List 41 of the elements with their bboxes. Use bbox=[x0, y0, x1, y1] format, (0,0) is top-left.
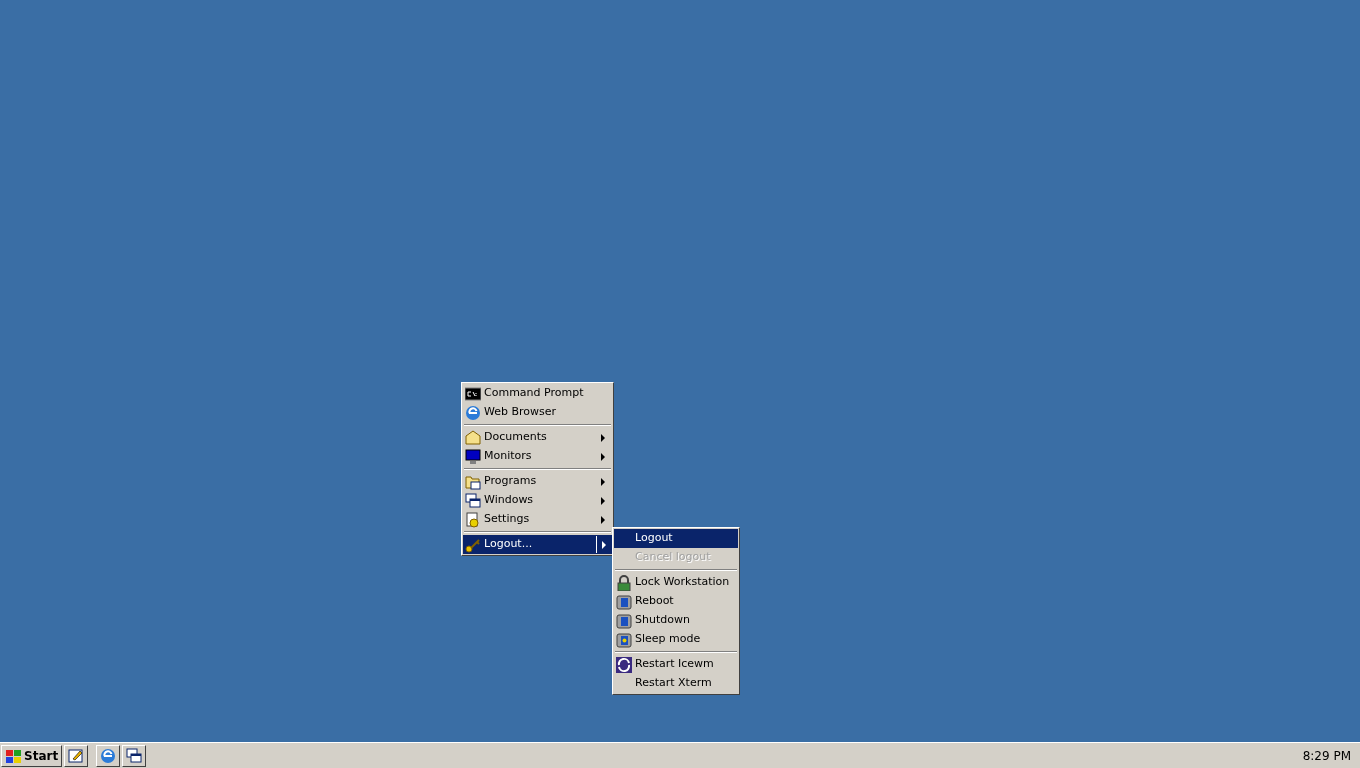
padlock-icon bbox=[616, 574, 632, 591]
pencil-note-icon bbox=[68, 747, 85, 764]
menu-item[interactable]: Windows bbox=[463, 491, 612, 510]
terminal-icon bbox=[465, 385, 481, 402]
clock: 8:29 PM bbox=[1302, 747, 1351, 765]
windows-flag-icon bbox=[5, 747, 23, 764]
submenu-arrow-icon bbox=[601, 477, 605, 486]
menu-item[interactable]: Programs bbox=[463, 472, 612, 491]
computer-icon bbox=[616, 593, 632, 610]
folder-window-icon bbox=[465, 473, 481, 490]
globe-e-icon bbox=[465, 404, 481, 421]
submenu-arrow-icon bbox=[601, 540, 606, 549]
submenu-arrow-icon bbox=[601, 452, 605, 461]
submenu-arrow-icon bbox=[601, 496, 605, 505]
menu-item[interactable]: Documents bbox=[463, 428, 612, 447]
window-list-button[interactable] bbox=[122, 744, 147, 767]
show-desktop-button[interactable] bbox=[64, 744, 89, 767]
computer-icon bbox=[616, 612, 632, 629]
menu-item[interactable]: Command Prompt bbox=[463, 384, 612, 403]
menu-item[interactable]: Logout... bbox=[463, 535, 612, 554]
globe-e-icon bbox=[100, 747, 117, 764]
menu-item[interactable]: Web Browser bbox=[463, 403, 612, 422]
menu-item[interactable]: Reboot bbox=[614, 592, 738, 611]
menu-item[interactable]: Lock Workstation bbox=[614, 573, 738, 592]
monitor-icon bbox=[465, 448, 481, 465]
key-icon bbox=[465, 536, 481, 553]
computer-icon bbox=[616, 631, 632, 648]
menu-item[interactable]: Settings bbox=[463, 510, 612, 529]
refresh-icon bbox=[616, 656, 632, 673]
windows-icon bbox=[465, 492, 481, 509]
menu-item[interactable]: Monitors bbox=[463, 447, 612, 466]
start-button[interactable]: Start bbox=[1, 744, 63, 767]
menu-item[interactable]: Shutdown bbox=[614, 611, 738, 630]
web-browser-button[interactable] bbox=[96, 744, 121, 767]
menu-item[interactable]: Logout bbox=[614, 529, 738, 548]
submenu-arrow-icon bbox=[601, 515, 605, 524]
menu-item[interactable]: Restart Xterm bbox=[614, 674, 738, 693]
menu-item[interactable]: Restart Icewm bbox=[614, 655, 738, 674]
submenu-arrow-icon bbox=[601, 433, 605, 442]
windows-icon bbox=[126, 747, 143, 764]
menu-item[interactable]: Sleep mode bbox=[614, 630, 738, 649]
